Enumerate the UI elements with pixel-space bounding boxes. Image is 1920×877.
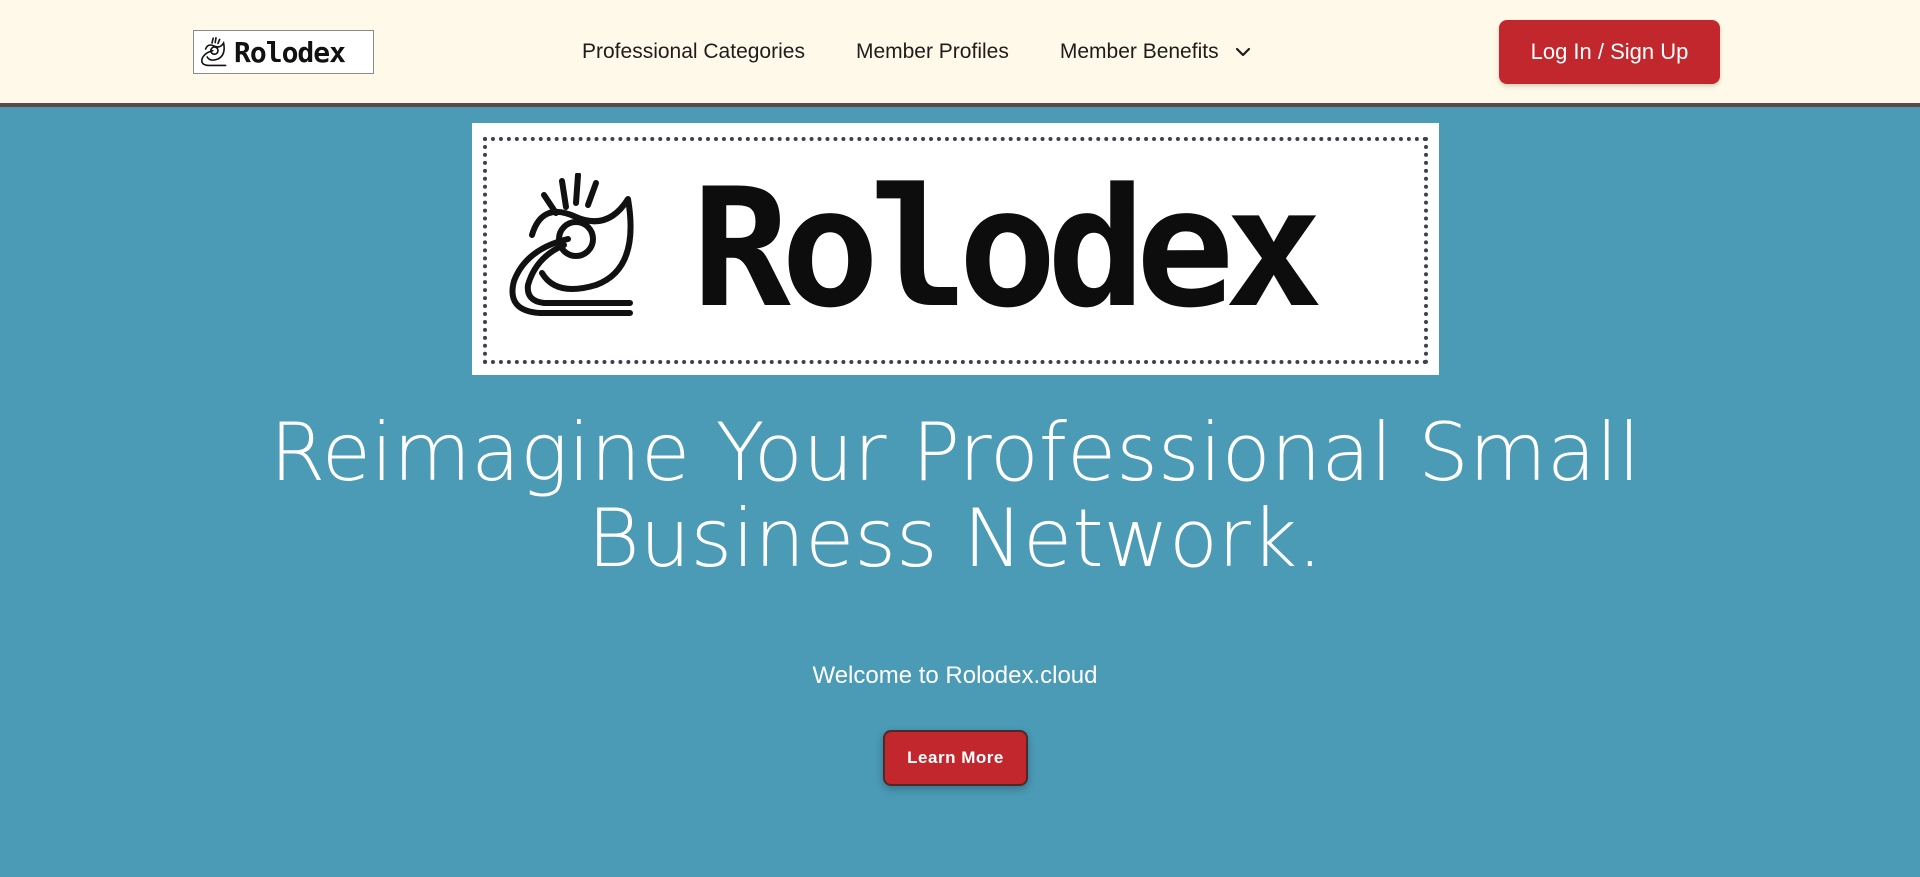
nav-member-profiles[interactable]: Member Profiles <box>856 40 1009 64</box>
welcome-text: Welcome to Rolodex.cloud <box>812 662 1098 689</box>
hero-logo-text: Rolodex <box>692 153 1323 344</box>
learn-more-button[interactable]: Learn More <box>883 730 1028 786</box>
header-logo[interactable]: Rolodex <box>193 30 374 74</box>
hero-heading-line-2: Business Network. <box>587 492 1323 585</box>
chevron-down-icon <box>1235 47 1250 56</box>
hero-heading-line-1: Reimagine Your Professional Small <box>269 406 1641 499</box>
main-nav: Professional Categories Member Profiles … <box>582 0 1251 103</box>
nav-member-benefits-label: Member Benefits <box>1059 39 1219 63</box>
header-logo-text: Rolodex <box>234 35 346 69</box>
site-header: Rolodex Professional Categories Member P… <box>0 0 1920 107</box>
rolodex-snail-icon <box>509 173 634 316</box>
nav-member-profiles-label: Member Profiles <box>855 39 1009 63</box>
nav-member-benefits-dropdown[interactable]: Member Benefits <box>1060 40 1251 64</box>
nav-professional-categories-label: Professional Categories <box>582 39 805 63</box>
login-signup-button[interactable]: Log In / Sign Up <box>1499 20 1720 84</box>
nav-professional-categories[interactable]: Professional Categories <box>582 40 805 64</box>
hero-heading: Reimagine Your Professional Small Busine… <box>0 410 1910 582</box>
rolodex-snail-icon <box>201 37 227 67</box>
hero-logo: Rolodex <box>472 123 1439 375</box>
